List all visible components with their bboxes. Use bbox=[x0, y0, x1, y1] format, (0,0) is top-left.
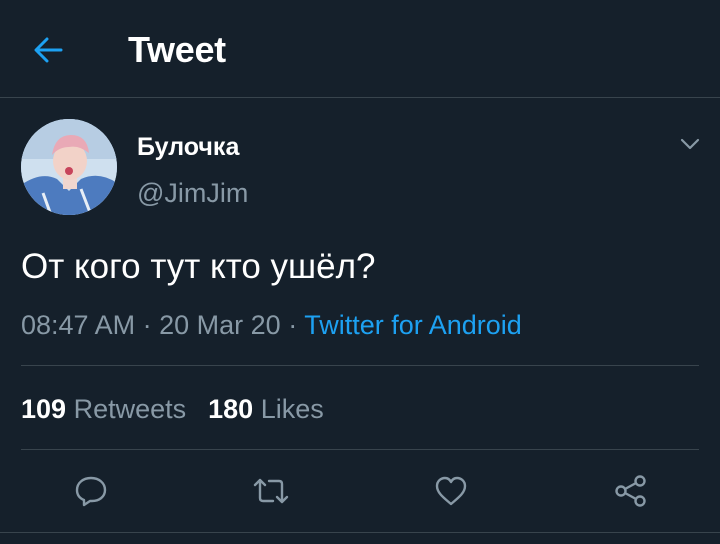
tweet-time: 08:47 AM bbox=[21, 310, 136, 340]
profile-photo bbox=[21, 119, 117, 215]
author-display-name[interactable]: Булочка bbox=[137, 132, 239, 162]
likes-stat[interactable]: 180 Likes bbox=[208, 394, 324, 424]
retweet-button[interactable] bbox=[246, 466, 296, 516]
divider bbox=[0, 532, 720, 533]
divider bbox=[21, 449, 699, 450]
reply-button[interactable] bbox=[66, 466, 116, 516]
likes-count: 180 bbox=[208, 394, 254, 424]
page-title: Tweet bbox=[128, 29, 226, 70]
tweet-meta: 08:47 AM · 20 Mar 20 · Twitter for Andro… bbox=[21, 308, 522, 342]
top-bar: Tweet bbox=[0, 0, 720, 98]
chevron-down-icon bbox=[680, 138, 700, 150]
like-button[interactable] bbox=[426, 466, 476, 516]
retweets-count: 109 bbox=[21, 394, 67, 424]
share-icon bbox=[615, 475, 646, 507]
share-button[interactable] bbox=[606, 466, 656, 516]
retweets-label: Retweets bbox=[73, 394, 187, 424]
reply-icon bbox=[75, 476, 107, 507]
back-button[interactable] bbox=[26, 30, 70, 70]
meta-separator: · bbox=[142, 310, 152, 340]
avatar[interactable] bbox=[21, 119, 117, 215]
tweet-date: 20 Mar 20 bbox=[159, 310, 281, 340]
likes-label: Likes bbox=[260, 394, 324, 424]
tweet-text: От кого тут кто ушёл? bbox=[21, 247, 376, 286]
divider bbox=[21, 365, 699, 366]
tweet-stats: 109 Retweets 180 Likes bbox=[21, 392, 324, 426]
retweet-icon bbox=[253, 478, 289, 504]
meta-separator: · bbox=[288, 310, 298, 340]
tweet-menu-button[interactable] bbox=[676, 132, 704, 156]
heart-icon bbox=[435, 476, 467, 506]
tweet-actions bbox=[0, 466, 720, 516]
tweet-source-link[interactable]: Twitter for Android bbox=[304, 310, 522, 340]
author-handle[interactable]: @JimJim bbox=[137, 177, 248, 209]
retweets-stat[interactable]: 109 Retweets bbox=[21, 394, 186, 424]
arrow-left-icon bbox=[34, 37, 63, 63]
